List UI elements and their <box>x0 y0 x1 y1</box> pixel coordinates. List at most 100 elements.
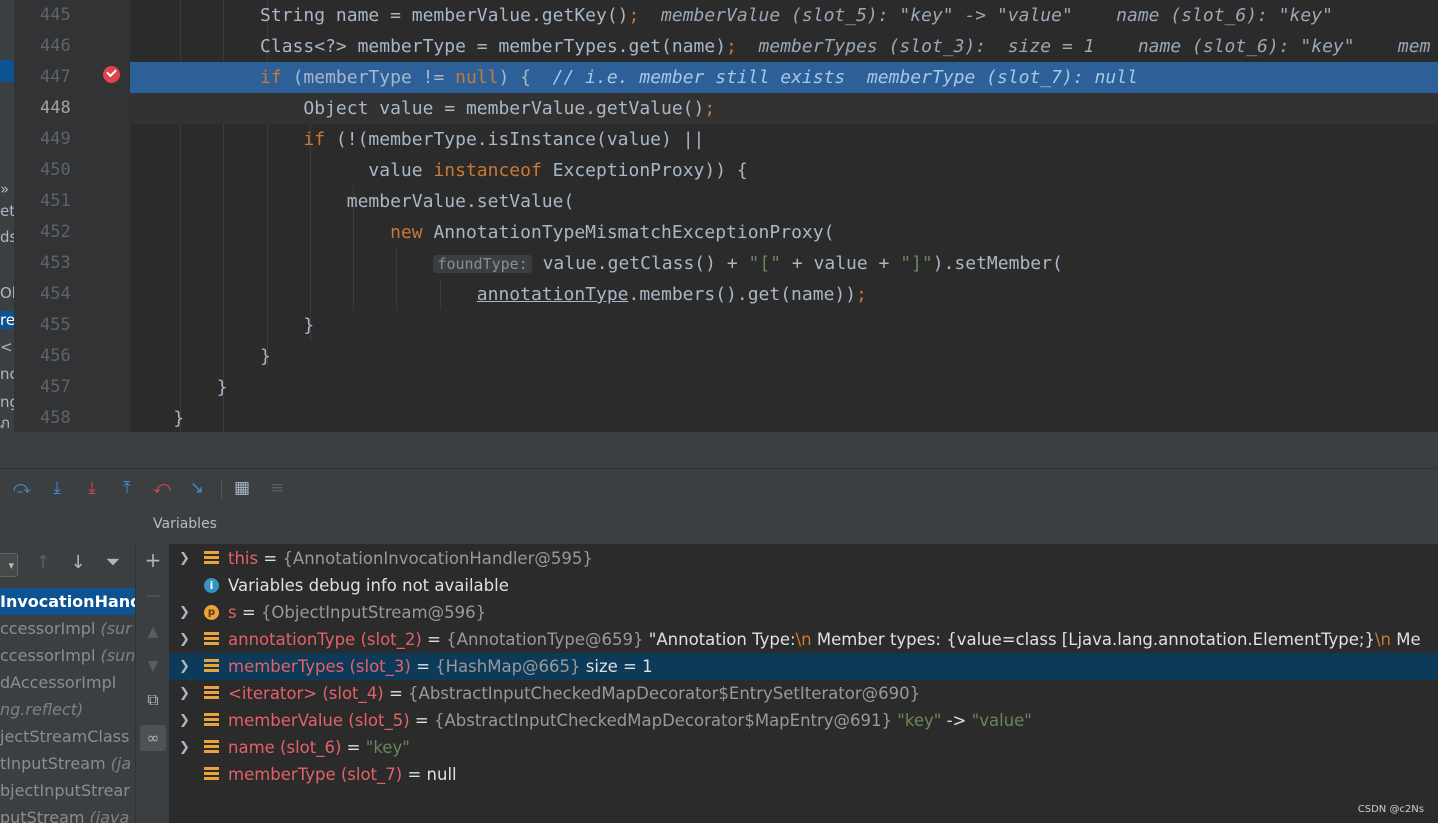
stack-frame[interactable]: bjectInputStrear <box>0 777 135 804</box>
previous-frame-icon[interactable]: ↑ <box>33 552 53 574</box>
variable-name: this <box>228 549 259 568</box>
project-tool-window-edge: » etr ds Ob re <18 nc ng ภ <box>0 0 32 432</box>
tree-fragment[interactable]: » <box>0 180 9 198</box>
add-watch-icon[interactable]: + <box>136 548 170 572</box>
code-line[interactable]: String name = memberValue.getKey(); memb… <box>130 0 1438 31</box>
move-up-icon[interactable]: ▲ <box>136 624 170 640</box>
step-over-button[interactable]: ⤼ <box>12 477 32 499</box>
code-line[interactable]: } <box>130 341 1438 372</box>
move-down-icon[interactable]: ▼ <box>136 658 170 674</box>
step-out-button[interactable]: ⤒ <box>117 477 137 499</box>
line-number[interactable]: 452 <box>40 217 71 248</box>
code-line[interactable]: } <box>130 372 1438 403</box>
variable-value: "Annotation Type: <box>643 630 796 649</box>
code-line[interactable]: value instanceof ExceptionProxy)) { <box>130 155 1438 186</box>
code-line[interactable]: Object value = memberValue.getValue(); <box>130 93 1438 124</box>
variable-value: = <box>341 738 366 757</box>
line-number[interactable]: 453 <box>40 248 71 279</box>
breakpoint-icon[interactable] <box>103 66 120 83</box>
line-number[interactable]: 458 <box>40 403 71 434</box>
code-token: ; <box>726 36 737 57</box>
copy-icon[interactable]: ⧉ <box>136 690 170 710</box>
step-into-button[interactable]: ⤓ <box>47 477 67 499</box>
trace-stream-button[interactable]: ≡ <box>267 477 287 499</box>
line-number[interactable]: 456 <box>40 341 71 372</box>
frames-panel: ▾ ↑ ↓ ⏷ InvocationHandl ccessorImpl (sur c… <box>0 506 135 823</box>
expand-arrow-icon[interactable]: ❯ <box>179 707 190 734</box>
stack-frame[interactable]: putStream (java <box>0 804 135 823</box>
tree-fragment[interactable]: ภ <box>0 414 10 432</box>
drop-frame-button[interactable]: ⤺ <box>152 477 172 499</box>
line-number[interactable]: 454 <box>40 279 71 310</box>
line-number[interactable]: 448 <box>40 93 71 124</box>
stack-frame[interactable]: ccessorImpl (sur <box>0 615 135 642</box>
code-line[interactable]: foundType: value.getClass() + "[" + valu… <box>130 248 1438 279</box>
variable-value: Member types: {value=class [Ljava.lang.a… <box>811 630 1375 649</box>
execution-point-line[interactable]: if (memberType != null) { // i.e. member… <box>130 62 1438 93</box>
expand-arrow-icon[interactable]: ❯ <box>179 680 190 707</box>
code-token: "[" <box>748 253 782 274</box>
variable-value: Variables debug info not available <box>228 576 509 595</box>
code-line[interactable]: Class<?> memberType = memberTypes.get(na… <box>130 31 1438 62</box>
filter-icon[interactable]: ⏷ <box>103 552 123 574</box>
variables-tree[interactable]: ❯ this = {AnnotationInvocationHandler@595… <box>169 544 1438 823</box>
run-to-cursor-button[interactable]: ↘ <box>187 477 207 499</box>
code-line[interactable]: memberValue.setValue( <box>130 186 1438 217</box>
editor-gutter[interactable]: 445 446 447 448 449 450 451 452 453 454 455 456 457 4… <box>14 0 144 434</box>
variable-name: s <box>228 603 237 622</box>
expand-arrow-icon[interactable]: ❯ <box>179 653 190 680</box>
stack-frame[interactable]: jectStreamClass <box>0 723 135 750</box>
line-number[interactable]: 445 <box>40 0 71 31</box>
variable-text: <iterator> (slot_4) = {AbstractInputChec… <box>228 680 920 707</box>
line-number[interactable]: 451 <box>40 186 71 217</box>
force-step-into-button[interactable]: ⤓ <box>82 477 102 499</box>
selected-tree-item[interactable] <box>0 60 14 82</box>
variable-row[interactable]: i Variables debug info not available <box>169 572 1438 599</box>
code-line[interactable]: } <box>130 403 1438 432</box>
code-line[interactable]: if (!(memberType.isInstance(value) || <box>130 124 1438 155</box>
line-number[interactable]: 446 <box>40 31 71 62</box>
variable-row[interactable]: ❯ memberValue (slot_5) = {AbstractInputCh… <box>169 707 1438 734</box>
parameter-icon: p <box>204 605 219 620</box>
evaluate-expression-button[interactable]: ▦ <box>232 477 252 499</box>
variable-row[interactable]: ❯ <iterator> (slot_4) = {AbstractInputChe… <box>169 680 1438 707</box>
variable-row[interactable]: memberType (slot_7) = null <box>169 761 1438 788</box>
expand-arrow-icon[interactable]: ❯ <box>179 545 190 572</box>
variable-row[interactable]: ❯ name (slot_6) = "key" <box>169 734 1438 761</box>
line-number[interactable]: 457 <box>40 372 71 403</box>
stack-frame[interactable]: InvocationHandl <box>0 588 135 615</box>
stack-frame[interactable]: tInputStream (ja <box>0 750 135 777</box>
variable-row[interactable]: ❯ this = {AnnotationInvocationHandler@595… <box>169 545 1438 572</box>
thread-selector[interactable]: ▾ <box>0 553 18 577</box>
line-number[interactable]: 449 <box>40 124 71 155</box>
expand-arrow-icon[interactable]: ❯ <box>179 626 190 653</box>
code-token: } <box>130 377 228 398</box>
show-watches-icon[interactable]: ∞ <box>140 725 166 751</box>
stack-frame[interactable]: ccessorImpl (sun <box>0 642 135 669</box>
code-token: "]" <box>900 253 933 274</box>
code-line[interactable]: new AnnotationTypeMismatchExceptionProxy… <box>130 217 1438 248</box>
line-number[interactable]: 450 <box>40 155 71 186</box>
code-line[interactable]: annotationType.members().get(name)); <box>130 279 1438 310</box>
line-number[interactable]: 447 <box>40 62 71 93</box>
code-line[interactable]: } <box>130 310 1438 341</box>
frame-location: (java <box>84 808 130 823</box>
variable-row[interactable]: ❯ annotationType (slot_2) = {AnnotationTy… <box>169 626 1438 653</box>
expand-arrow-icon[interactable]: ❯ <box>179 734 190 761</box>
line-number[interactable]: 455 <box>40 310 71 341</box>
watermark: CSDN @c2Ns <box>1357 804 1424 815</box>
tree-fragment[interactable]: re <box>0 311 16 329</box>
variable-row[interactable]: ❯ memberTypes (slot_3) = {HashMap@665} si… <box>169 653 1438 680</box>
field-icon <box>204 740 219 755</box>
variables-title: Variables <box>153 516 217 532</box>
stack-frame[interactable]: dAccessorImpl <box>0 669 135 696</box>
variable-row[interactable]: ❯ p s = {ObjectInputStream@596} <box>169 599 1438 626</box>
expand-arrow-icon[interactable]: ❯ <box>179 599 190 626</box>
code-editor[interactable]: String name = memberValue.getKey(); memb… <box>130 0 1438 432</box>
code-token: } <box>130 346 271 367</box>
stack-frame[interactable]: ng.reflect) <box>0 696 135 723</box>
remove-watch-icon[interactable]: — <box>136 588 170 604</box>
next-frame-icon[interactable]: ↓ <box>68 552 88 574</box>
